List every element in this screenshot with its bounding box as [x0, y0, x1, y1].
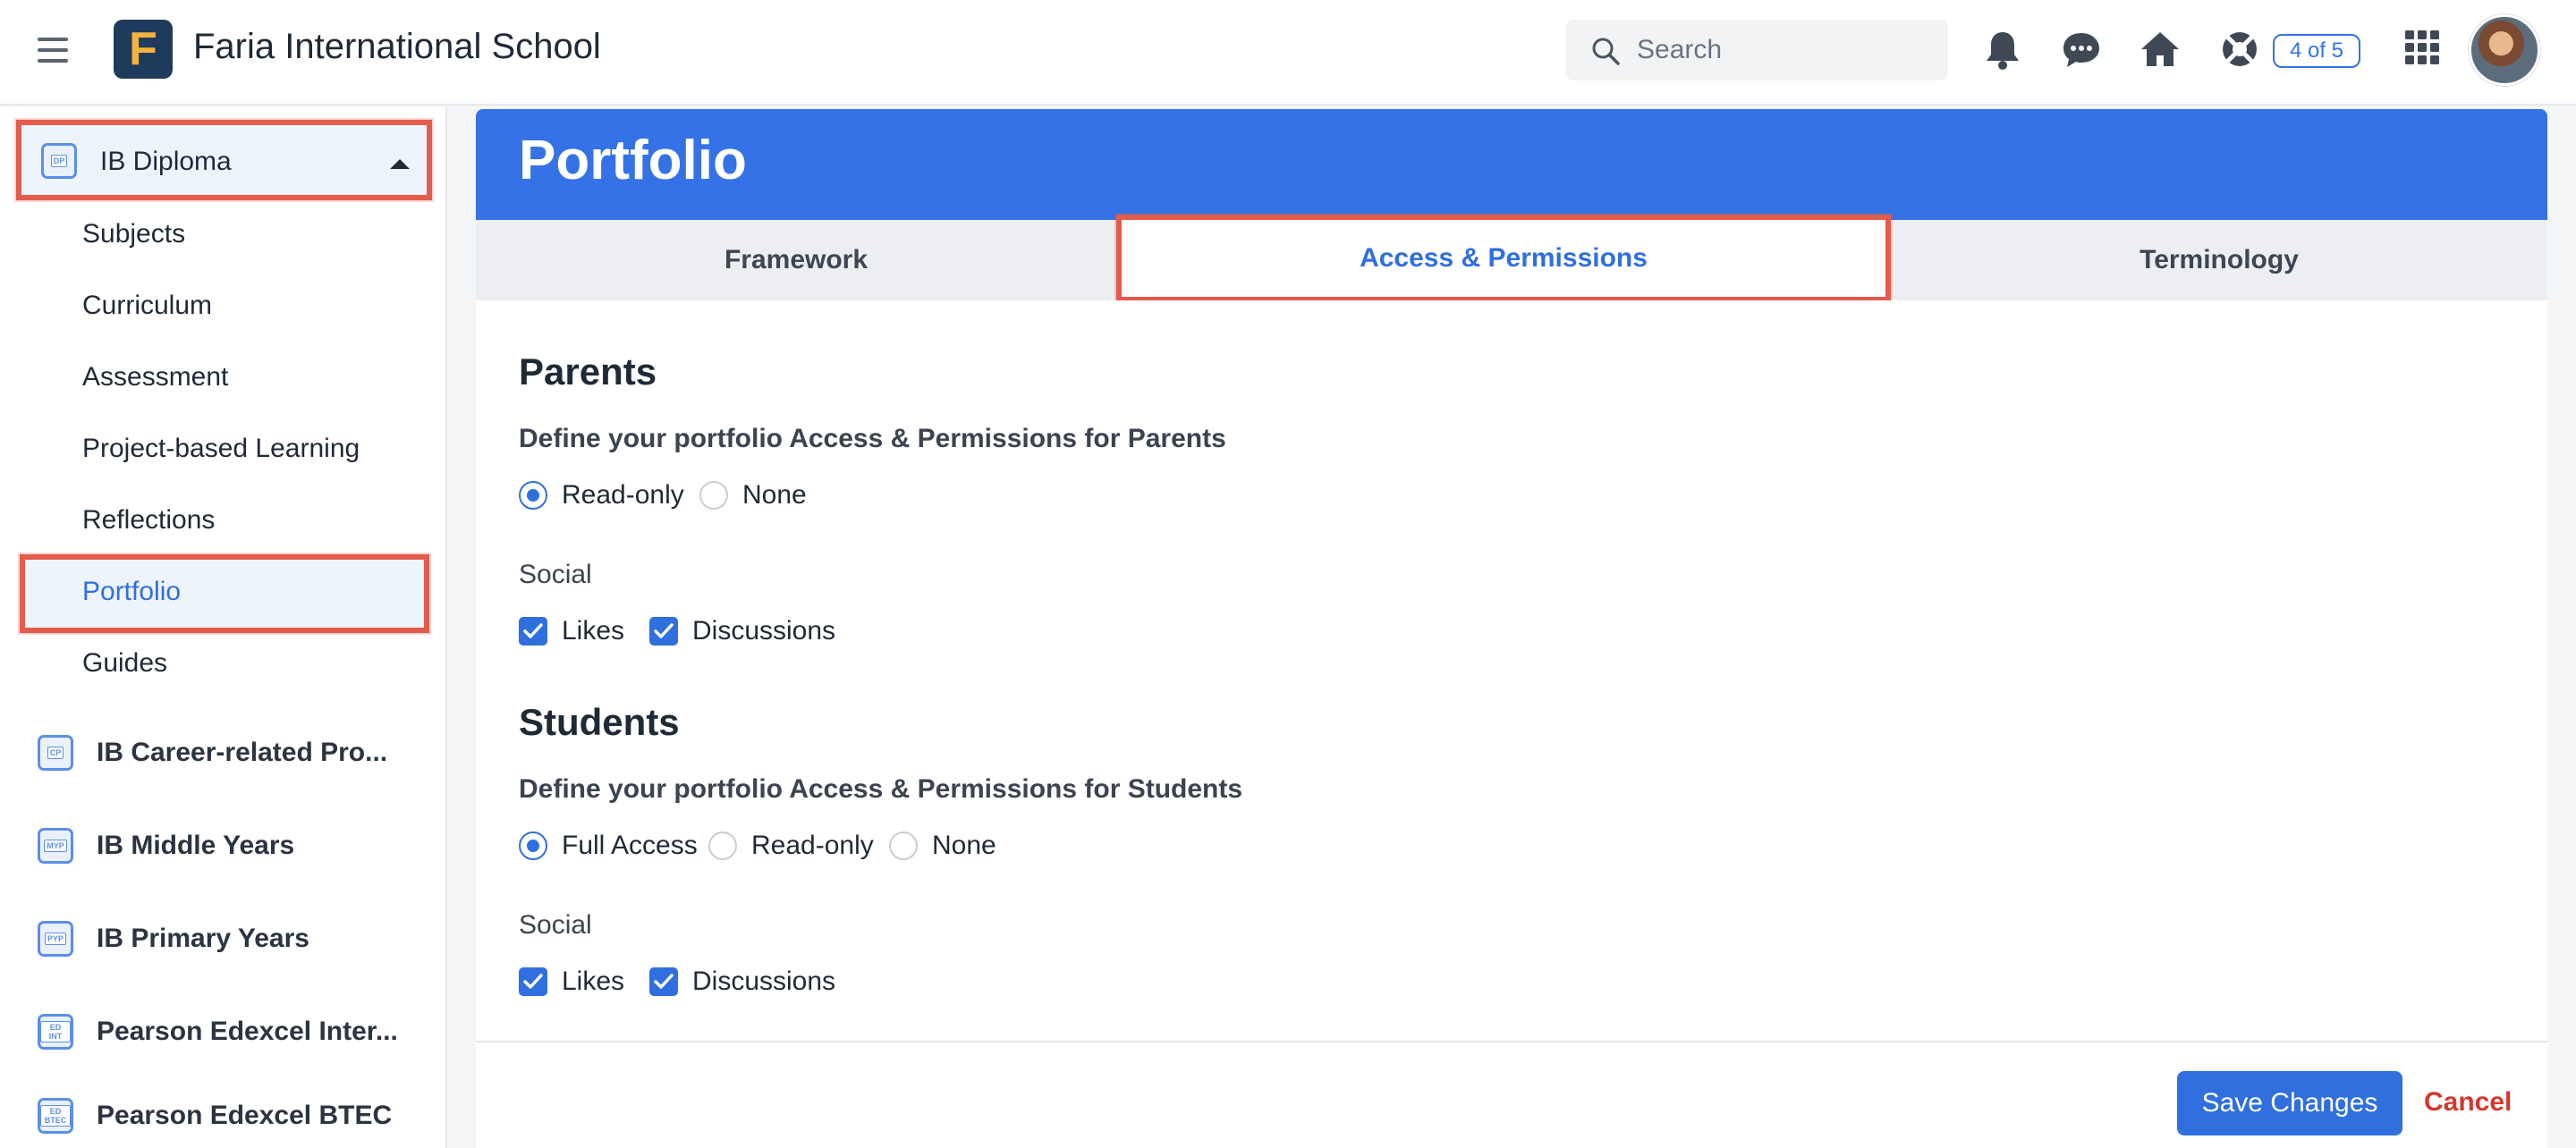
home-icon[interactable] — [2140, 30, 2181, 69]
page-title: Portfolio — [519, 130, 747, 191]
checkmark-icon — [523, 623, 543, 638]
students-social-label: Social — [519, 910, 592, 940]
sidebar-item-portfolio[interactable]: Portfolio — [82, 577, 181, 607]
students-option-label[interactable]: Full Access — [562, 831, 698, 861]
top-bar: F Faria International School 4 of 5 — [0, 0, 2576, 106]
students-discussions-checkbox[interactable] — [649, 967, 678, 996]
sidebar-program-pearson-edexcel-btec[interactable]: ED BTEC Pearson Edexcel BTEC — [0, 1085, 447, 1147]
logo-letter: F — [129, 23, 157, 75]
sidebar-active-highlight — [20, 554, 429, 633]
progress-badge[interactable]: 4 of 5 — [2273, 34, 2360, 68]
sidebar-program-ib-career-related[interactable]: CP IB Career-related Pro... — [0, 722, 447, 784]
save-changes-button[interactable]: Save Changes — [2177, 1071, 2402, 1135]
sidebar-item-curriculum[interactable]: Curriculum — [82, 291, 212, 321]
parents-option-label[interactable]: None — [742, 480, 807, 511]
checkmark-icon — [654, 974, 674, 989]
students-radio-full-access[interactable] — [519, 831, 547, 860]
students-radio-none[interactable] — [889, 831, 918, 860]
tab-terminology[interactable]: Terminology — [1891, 220, 2547, 300]
sidebar: DP IB Diploma Subjects Curriculum Assess… — [0, 107, 447, 1148]
parents-likes-label[interactable]: Likes — [562, 616, 624, 646]
chat-icon[interactable] — [2061, 30, 2102, 71]
students-radio-read-only[interactable] — [708, 831, 737, 860]
students-heading: Students — [519, 701, 680, 743]
search-icon — [1592, 38, 1620, 65]
students-likes-label[interactable]: Likes — [562, 967, 624, 997]
students-option-label[interactable]: Read-only — [751, 831, 874, 861]
caret-up-icon[interactable] — [390, 159, 410, 169]
parents-radio-read-only[interactable] — [519, 481, 547, 510]
students-likes-checkbox[interactable] — [519, 967, 547, 996]
sidebar-program-pearson-edexcel-international[interactable]: ED INT Pearson Edexcel Inter... — [0, 1000, 447, 1063]
program-icon: MYP — [38, 828, 73, 864]
program-label: IB Primary Years — [97, 924, 309, 953]
sidebar-item-project-based-learning[interactable]: Project-based Learning — [82, 434, 360, 464]
school-logo[interactable]: F — [114, 20, 173, 79]
program-label: Pearson Edexcel Inter... — [97, 1017, 398, 1046]
students-option-label[interactable]: None — [932, 831, 996, 861]
org-name: Faria International School — [193, 27, 601, 66]
program-label: IB Middle Years — [97, 831, 295, 860]
program-icon: DP — [41, 143, 77, 179]
program-label: Pearson Edexcel BTEC — [97, 1101, 393, 1130]
parents-radio-none[interactable] — [699, 481, 728, 510]
program-label: IB Diploma — [100, 147, 232, 176]
program-icon: PYP — [38, 921, 73, 957]
tab-access-permissions[interactable]: Access & Permissions — [1116, 215, 1891, 302]
apps-grid-icon[interactable] — [2404, 30, 2440, 65]
parents-heading: Parents — [519, 350, 657, 393]
parents-option-label[interactable]: Read-only — [562, 480, 684, 511]
tab-framework[interactable]: Framework — [476, 220, 1116, 300]
sidebar-item-guides[interactable]: Guides — [82, 648, 167, 679]
search-box[interactable] — [1565, 20, 1948, 80]
program-icon: ED BTEC — [38, 1098, 73, 1134]
parents-social-label: Social — [519, 560, 592, 589]
program-icon: ED INT — [38, 1014, 73, 1050]
sidebar-program-ib-diploma[interactable]: DP IB Diploma — [16, 120, 432, 200]
sidebar-program-ib-middle-years[interactable]: MYP IB Middle Years — [0, 815, 447, 877]
page-banner: Portfolio — [476, 109, 2547, 220]
checkmark-icon — [654, 623, 674, 638]
cancel-link[interactable]: Cancel — [2424, 1087, 2512, 1118]
parents-discussions-checkbox[interactable] — [649, 617, 678, 646]
parents-discussions-label[interactable]: Discussions — [692, 616, 835, 646]
sidebar-item-subjects[interactable]: Subjects — [82, 219, 185, 249]
user-avatar[interactable] — [2469, 14, 2540, 86]
sidebar-item-reflections[interactable]: Reflections — [82, 505, 215, 536]
students-description: Define your portfolio Access & Permissio… — [519, 774, 1243, 804]
checkmark-icon — [523, 974, 543, 989]
search-input[interactable] — [1635, 30, 1921, 70]
program-label: IB Career-related Pro... — [97, 738, 388, 767]
permissions-panel — [476, 300, 2547, 1042]
hamburger-icon[interactable] — [38, 38, 68, 64]
parents-likes-checkbox[interactable] — [519, 617, 547, 646]
parents-description: Define your portfolio Access & Permissio… — [519, 424, 1226, 453]
program-icon: CP — [38, 735, 73, 771]
lifebuoy-icon[interactable] — [2220, 30, 2259, 69]
bell-icon[interactable] — [1984, 30, 2021, 71]
sidebar-item-assessment[interactable]: Assessment — [82, 362, 228, 393]
sidebar-program-ib-primary-years[interactable]: PYP IB Primary Years — [0, 907, 447, 970]
students-discussions-label[interactable]: Discussions — [692, 967, 835, 997]
